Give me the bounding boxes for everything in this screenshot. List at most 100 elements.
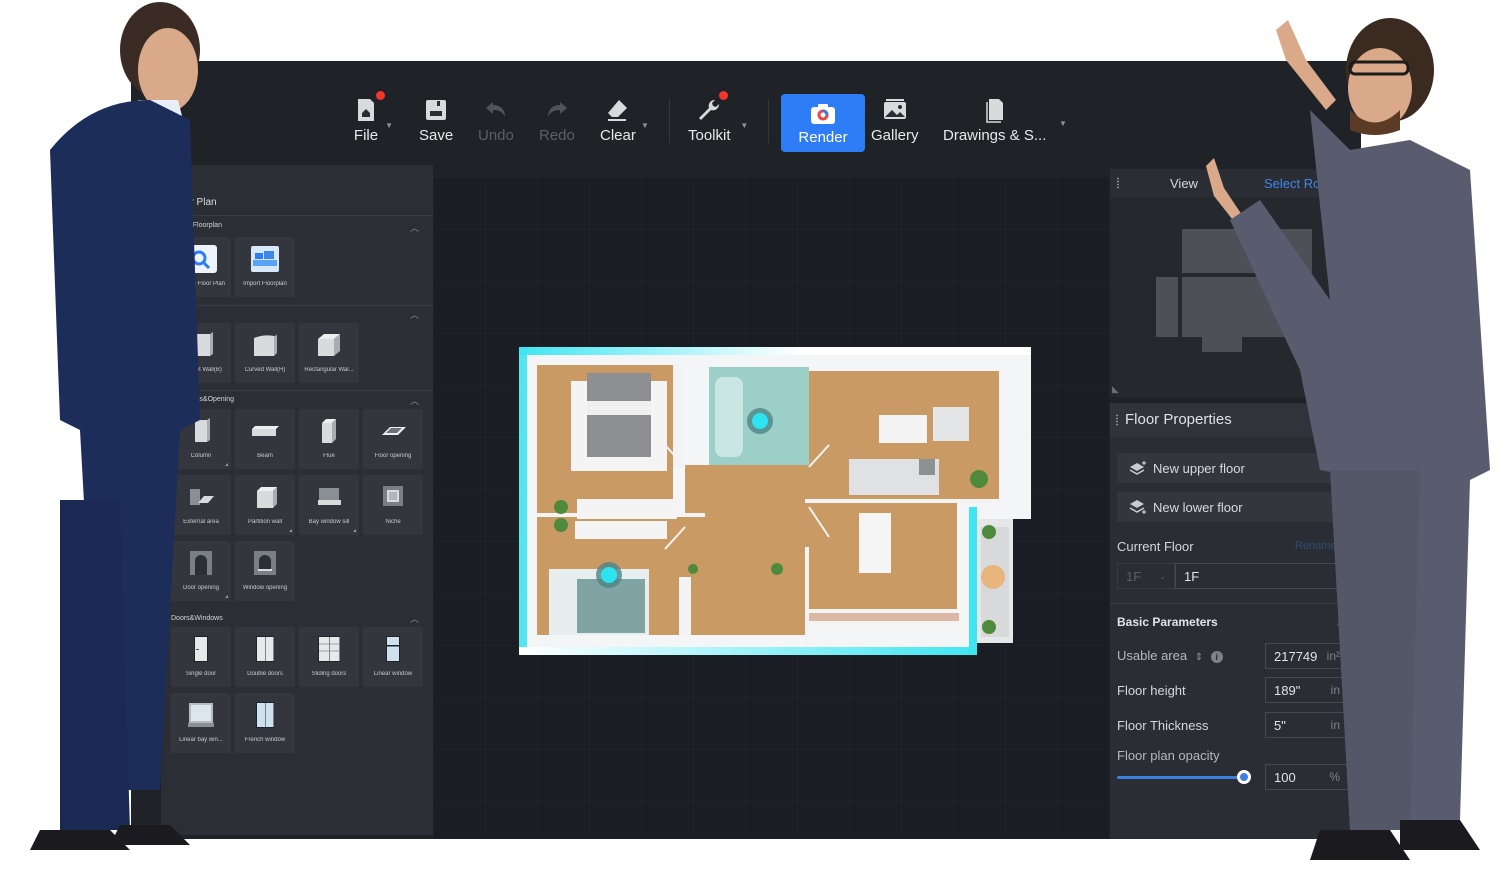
chevron-down-icon[interactable]: ▼ — [385, 121, 393, 130]
toolbar: ▼ File Save Undo Redo ▼ Clear ▼ Toolkit … — [131, 61, 1361, 165]
drawings-button[interactable]: Drawings & S... — [943, 93, 1046, 151]
floor-plan-render[interactable] — [519, 347, 1031, 655]
linear-window-icon — [376, 635, 410, 663]
gallery-button[interactable]: Gallery — [871, 93, 919, 151]
tile-french-window[interactable]: French window — [235, 693, 295, 753]
undo-button[interactable]: Undo — [478, 93, 514, 151]
presenter-right-image — [1206, 18, 1490, 860]
gallery-label: Gallery — [871, 127, 919, 144]
redo-icon — [544, 97, 570, 123]
room-hallway — [685, 465, 807, 635]
tab-view[interactable]: View — [1170, 176, 1198, 191]
flue-icon — [312, 417, 346, 445]
more-indicator — [289, 529, 292, 532]
tile-label: Double doors — [247, 671, 283, 677]
file-home-icon: ▼ — [353, 91, 393, 130]
tile-double-doors[interactable]: Double doors — [235, 627, 295, 687]
partition-wall-icon — [248, 483, 282, 511]
double-doors-icon — [248, 635, 282, 663]
drag-handle-icon[interactable] — [1115, 414, 1119, 426]
tile-partition-wall[interactable]: Partition wall — [235, 475, 295, 535]
tile-curved-wall[interactable]: Curved Wall(H) — [235, 323, 295, 383]
tile-label: Linear window — [373, 671, 413, 677]
niche-icon — [376, 483, 410, 511]
notification-badge — [376, 91, 385, 100]
tile-label: Niche — [385, 519, 401, 525]
toolbar-separator — [768, 99, 769, 143]
toolkit-button[interactable]: ▼ Toolkit — [688, 91, 748, 151]
hotspot-bathroom[interactable] — [747, 408, 773, 434]
floor-height-label: Floor height — [1117, 683, 1186, 698]
tile-flue[interactable]: Flue — [299, 409, 359, 469]
resize-handle-icon[interactable]: ◣ — [1112, 384, 1119, 395]
tile-beam[interactable]: Beam — [235, 409, 295, 469]
mini-room[interactable] — [1156, 277, 1178, 337]
notification-badge — [719, 91, 729, 100]
tile-label: Rectangular Wal... — [304, 367, 354, 373]
redo-label: Redo — [539, 127, 575, 144]
window-opening-icon — [248, 549, 282, 577]
collapse-icon[interactable]: ︿ — [410, 612, 419, 625]
tile-bay-window-sill[interactable]: Bay window sill — [299, 475, 359, 535]
floor-select[interactable]: 1F ⌄ — [1117, 563, 1175, 589]
tile-label: French window — [244, 737, 286, 743]
tile-label: Flue — [323, 453, 335, 459]
chevron-down-icon[interactable]: ▼ — [1059, 119, 1067, 128]
render-label: Render — [798, 129, 848, 146]
drag-handle-icon[interactable] — [1116, 177, 1120, 189]
save-icon — [423, 97, 449, 123]
design-canvas[interactable] — [433, 177, 1109, 839]
undo-label: Undo — [478, 127, 514, 144]
gallery-icon — [882, 97, 908, 123]
wrench-icon: ▼ — [696, 91, 748, 130]
more-indicator — [225, 463, 228, 466]
tile-linear-window[interactable]: Linear window — [363, 627, 423, 687]
tile-window-opening[interactable]: Window opening — [235, 541, 295, 601]
collapse-icon[interactable]: ︿ — [410, 308, 419, 321]
hotspot-bedroom[interactable] — [596, 562, 622, 588]
french-window-icon — [248, 701, 282, 729]
chevron-down-icon[interactable]: ▼ — [740, 121, 748, 130]
app-window: ▼ File Save Undo Redo ▼ Clear ▼ Toolkit … — [131, 61, 1361, 839]
rectangular-wall-icon — [312, 331, 346, 359]
tile-label: Window opening — [242, 585, 288, 591]
tile-import-floorplan[interactable]: Import Floorplan — [235, 237, 295, 297]
floor-select-value: 1F — [1126, 568, 1142, 584]
floor-name-value: 1F — [1184, 568, 1200, 584]
file-label: File — [353, 127, 379, 144]
eraser-icon: ▼ — [605, 97, 649, 130]
floor-opening-icon — [376, 417, 410, 445]
layers-add-icon — [1129, 500, 1147, 514]
camera-icon — [810, 103, 836, 125]
beam-icon — [248, 417, 282, 445]
toolkit-label: Toolkit — [688, 127, 731, 144]
more-indicator — [225, 595, 228, 598]
clear-button[interactable]: ▼ Clear — [600, 93, 649, 151]
layers-add-icon — [1129, 461, 1147, 475]
tile-label: Curved Wall(H) — [244, 367, 286, 373]
tile-floor-opening[interactable]: Floor opening — [363, 409, 423, 469]
chevron-down-icon[interactable]: ▼ — [641, 121, 649, 130]
tile-label: Bay window sill — [308, 519, 350, 525]
clear-label: Clear — [600, 127, 636, 144]
chevron-down-icon: ⌄ — [1159, 571, 1166, 581]
collapse-icon[interactable]: ︿ — [410, 394, 419, 407]
tile-label: Floor opening — [374, 453, 412, 459]
redo-button[interactable]: Redo — [539, 93, 575, 151]
tile-rectangular-wall[interactable]: Rectangular Wal... — [299, 323, 359, 383]
collapse-icon[interactable]: ︿ — [410, 221, 419, 234]
tile-sliding-doors[interactable]: Sliding doors — [299, 627, 359, 687]
tile-label: Import Floorplan — [243, 281, 287, 287]
save-button[interactable]: Save — [419, 93, 453, 151]
marketing-stage: ▼ File Save Undo Redo ▼ Clear ▼ Toolkit … — [0, 0, 1502, 896]
render-button[interactable]: Render — [781, 94, 865, 152]
tile-niche[interactable]: Niche — [363, 475, 423, 535]
sliding-doors-icon — [312, 635, 346, 663]
file-button[interactable]: ▼ File — [353, 91, 393, 151]
current-floor-label: Current Floor — [1117, 539, 1194, 554]
more-indicator — [353, 529, 356, 532]
tile-label: Beam — [257, 453, 273, 459]
presenter-left-image — [30, 2, 200, 850]
save-label: Save — [419, 127, 454, 144]
toolbar-separator — [669, 99, 670, 143]
